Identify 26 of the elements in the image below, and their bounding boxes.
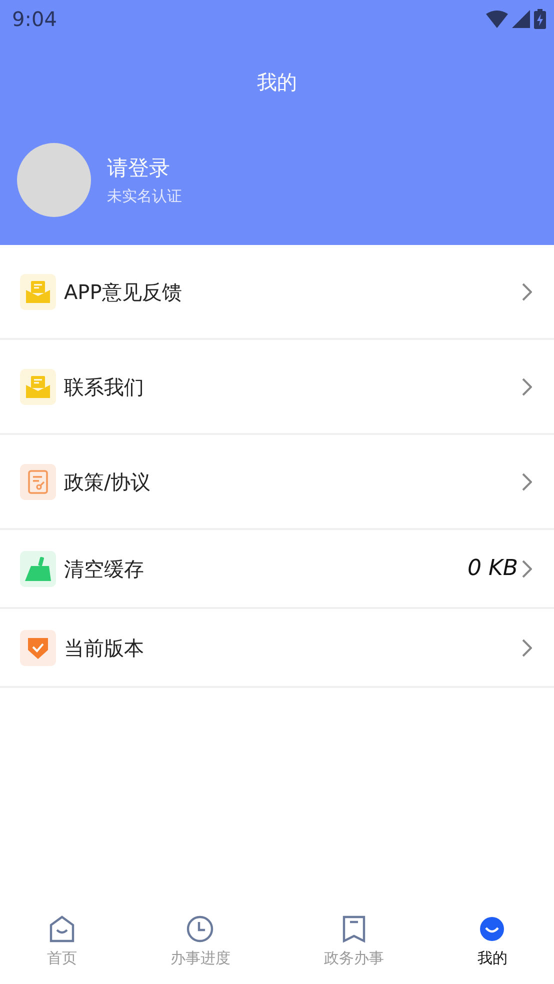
envelope-icon	[26, 376, 50, 398]
menu-item[interactable]: APP意见反馈	[0, 245, 554, 340]
shield-check-icon	[27, 636, 49, 660]
smiley-icon	[478, 914, 506, 943]
document-icon	[28, 470, 48, 494]
chevron-right-icon	[522, 472, 532, 490]
chevron-right-icon	[522, 638, 532, 656]
verification-status: 未实名认证	[107, 186, 182, 206]
signal-icon	[512, 10, 530, 28]
tab-item[interactable]: 我的	[430, 900, 554, 984]
home-icon	[48, 914, 76, 943]
menu-item[interactable]: 政策/协议	[0, 435, 554, 530]
broom-icon	[25, 556, 51, 580]
battery-icon	[534, 9, 546, 29]
clock-icon	[186, 914, 214, 943]
menu-item[interactable]: 联系我们	[0, 340, 554, 435]
menu-item[interactable]: 清空缓存 0 KB	[0, 530, 554, 609]
page-title: 我的	[257, 70, 297, 94]
cache-size: 0 KB	[467, 555, 518, 583]
menu-item[interactable]: 当前版本	[0, 609, 554, 688]
status-time: 9:04	[11, 6, 57, 33]
envelope-icon	[26, 280, 50, 302]
wifi-icon	[486, 10, 508, 28]
chevron-right-icon	[522, 282, 532, 300]
chevron-right-icon	[522, 560, 532, 578]
chevron-right-icon	[522, 378, 532, 396]
